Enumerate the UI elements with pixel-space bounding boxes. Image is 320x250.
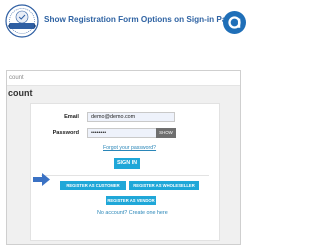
divider [41, 175, 209, 176]
email-label: Email [64, 114, 79, 120]
header-banner: Show Registration Form Options on Sign-i… [0, 0, 250, 46]
register-wholeseller-button[interactable]: REGISTER AS WHOLESELLER [129, 181, 199, 190]
breadcrumb: count [9, 75, 24, 81]
page-topbar: count [7, 71, 240, 86]
page-title: count [8, 88, 33, 98]
login-card: Email demo@demo.com Password •••••••• SH… [30, 103, 220, 241]
register-customer-button[interactable]: REGISTER AS CUSTOMER [60, 181, 126, 190]
forgot-password-link[interactable]: Forgot your password? [103, 145, 156, 151]
sign-in-button[interactable]: SIGN IN [114, 158, 140, 169]
banner-title: Show Registration Form Options on Sign-i… [44, 15, 236, 24]
show-password-button[interactable]: SHOW [156, 128, 176, 138]
quality-badge-icon [5, 4, 39, 38]
email-field[interactable]: demo@demo.com [87, 112, 175, 122]
password-label: Password [52, 130, 79, 136]
brand-logo-icon [223, 11, 246, 34]
login-page-screenshot: count count Email demo@demo.com Password… [6, 70, 241, 245]
password-field[interactable]: •••••••• [87, 128, 157, 138]
pointer-arrow-icon [33, 173, 50, 186]
register-vendor-button[interactable]: REGISTER AS VENDOR [106, 196, 156, 205]
create-account-link[interactable]: No account? Create one here [97, 210, 168, 216]
